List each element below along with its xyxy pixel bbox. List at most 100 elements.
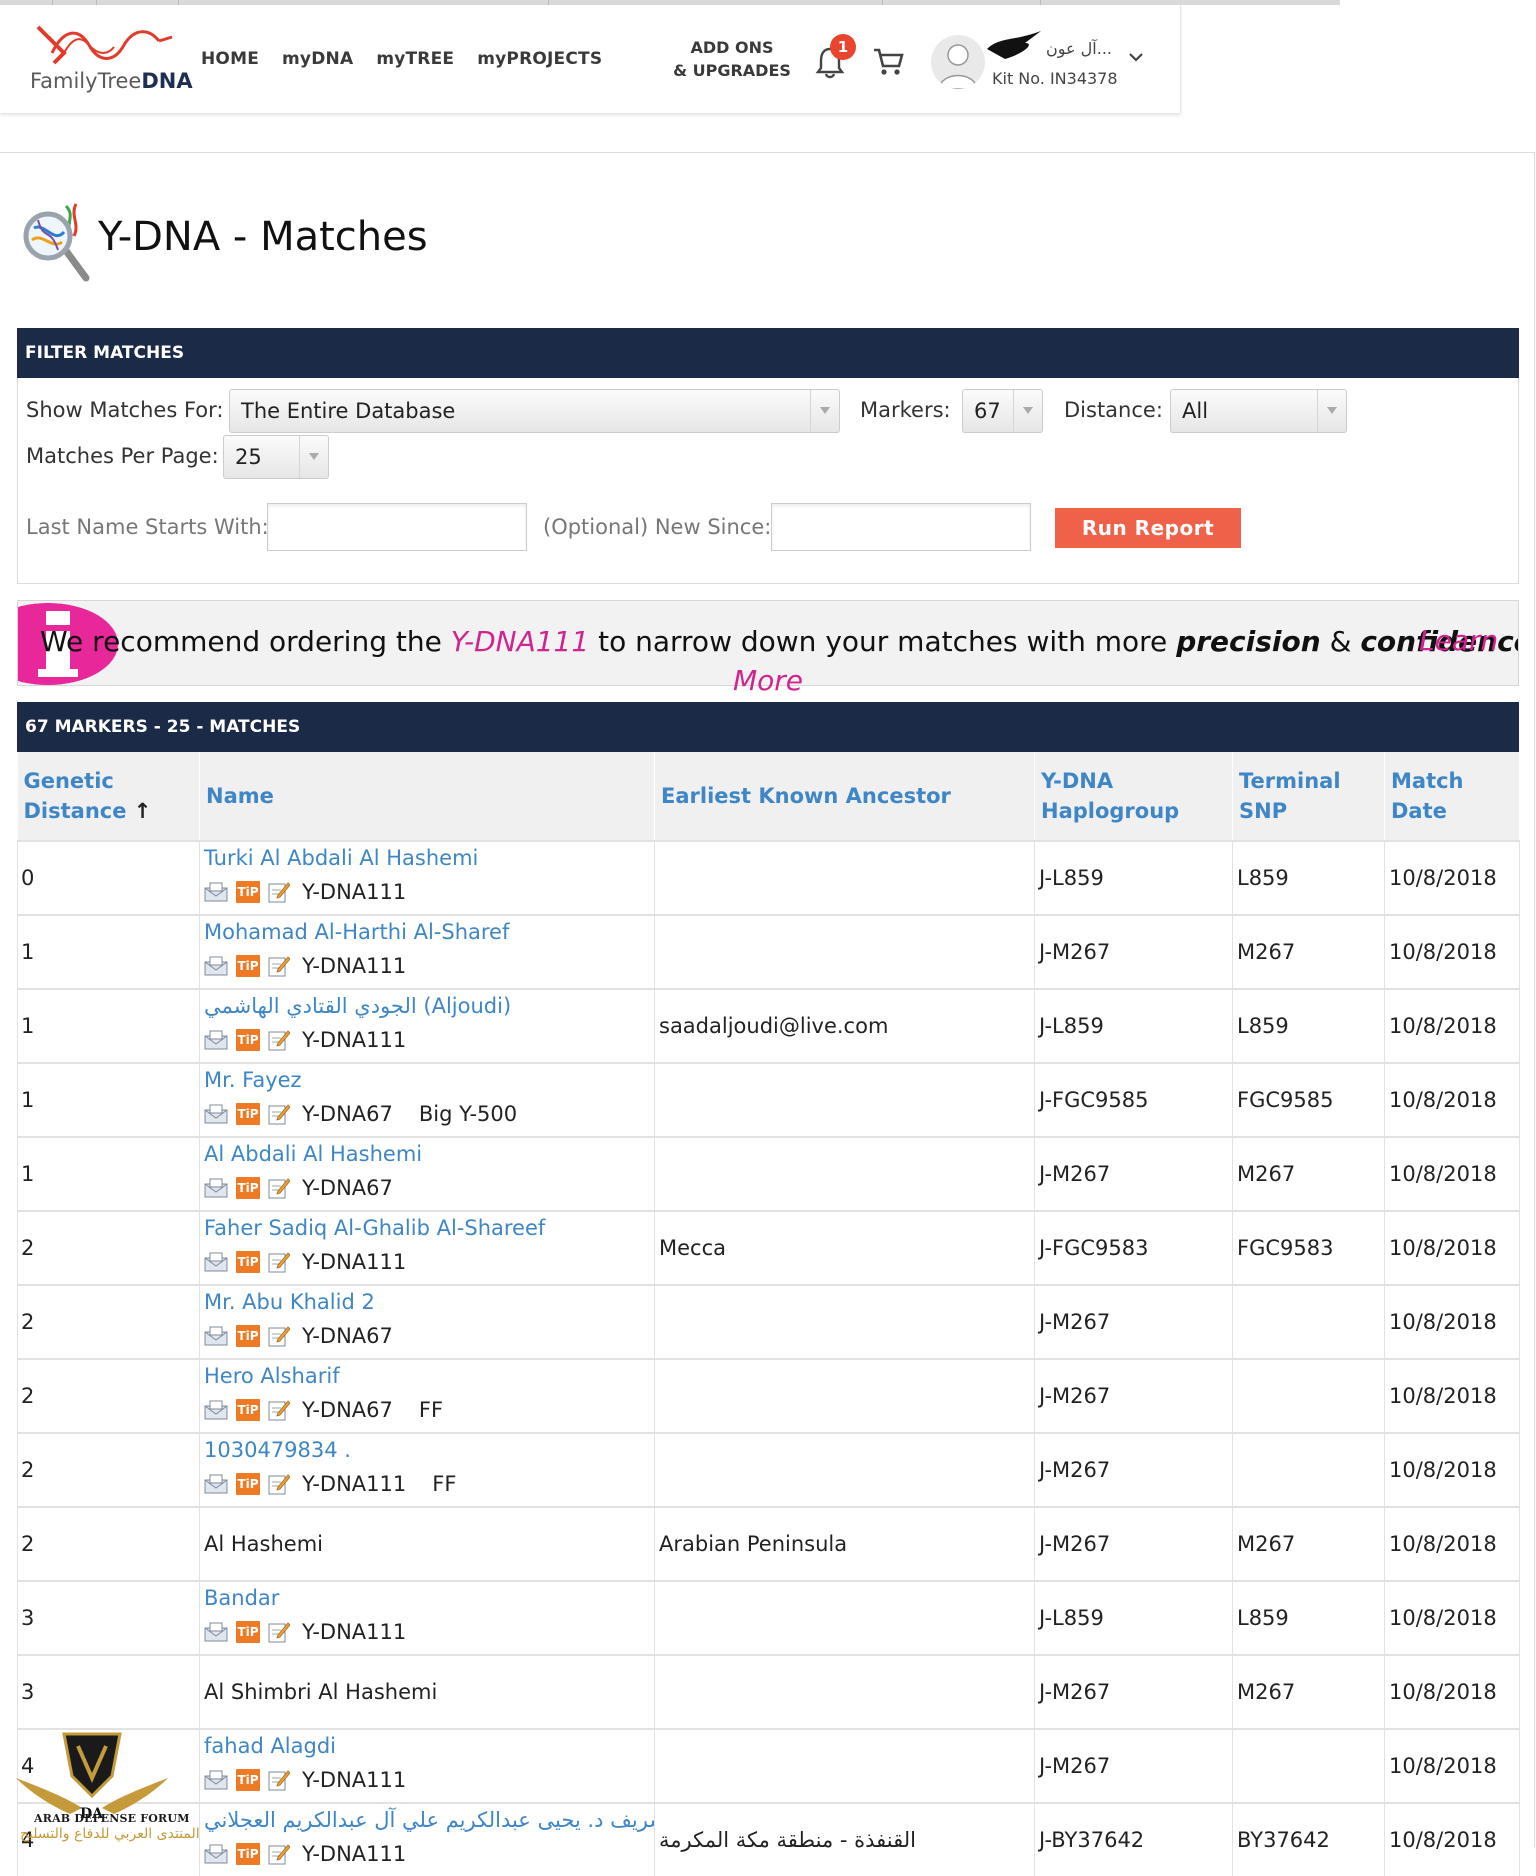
test-type: Y-DNA111 [302,954,407,978]
new-since-input[interactable] [771,503,1031,551]
terminal-snp-cell: BY37642 [1232,1802,1385,1876]
test-type: Y-DNA111 [302,1250,407,1274]
envelope-icon[interactable] [204,1252,228,1272]
match-name-link[interactable]: الجودي القتادي الهاشمي (Aljoudi) [204,991,650,1021]
logo-text: FamilyTreeDNA [30,69,193,93]
notes-icon[interactable] [268,1103,291,1125]
terminal-snp-cell: FGC9583 [1232,1210,1385,1285]
nav-mydna[interactable]: myDNA [282,49,353,69]
envelope-icon[interactable] [204,1622,228,1642]
notes-icon[interactable] [268,1843,291,1865]
col-name[interactable]: Name [199,752,655,841]
test-type: Y-DNA67 [302,1398,393,1422]
match-date-cell: 10/8/2018 [1384,1728,1520,1803]
notes-icon[interactable] [268,1769,291,1791]
col-haplogroup[interactable]: Y-DNA Haplogroup [1034,752,1233,841]
tip-icon[interactable]: TiP [236,1103,260,1125]
tip-icon[interactable]: TiP [236,1177,260,1199]
tip-icon[interactable]: TiP [236,1473,260,1495]
notes-icon[interactable] [268,1251,291,1273]
tip-icon[interactable]: TiP [236,881,260,903]
nav-home[interactable]: HOME [201,49,259,69]
ancestor-cell [654,1358,1035,1433]
table-row: 3 Al Shimbri Al Hashemi J-M267 M267 10/8/201… [17,1654,1520,1729]
notes-icon[interactable] [268,1029,291,1051]
ancestor-cell [654,1062,1035,1137]
match-name-link[interactable]: 1030479834 . [204,1435,650,1465]
tip-icon[interactable]: TiP [236,1399,260,1421]
col-terminal-snp[interactable]: Terminal SNP [1232,752,1385,841]
last-name-input[interactable] [267,503,527,551]
notes-icon[interactable] [268,1473,291,1495]
familytreedna-logo[interactable]: FamilyTreeDNA [28,23,193,95]
col-earliest-ancestor[interactable]: Earliest Known Ancestor [654,752,1035,841]
genetic-distance-cell: 3 [17,1580,200,1655]
learn-more-link[interactable]: Learn [1419,624,1498,657]
tip-icon[interactable]: TiP [236,955,260,977]
addons-upgrades-link[interactable]: ADD ONS & UPGRADES [668,36,796,82]
table-row: 2 1030479834 . TiP Y-DNA111 FF J-M267 10/8/201… [17,1432,1520,1507]
run-report-button[interactable]: Run Report [1055,508,1241,548]
notes-icon[interactable] [268,1177,291,1199]
notes-icon[interactable] [268,881,291,903]
match-name-link[interactable]: Mr. Abu Khalid 2 [204,1287,650,1317]
matches-per-page-select[interactable]: 25 [223,435,329,479]
table-row: 1 الجودي القتادي الهاشمي (Aljoudi) TiP Y-DN… [17,988,1520,1063]
envelope-icon[interactable] [204,956,228,976]
col-snp-line2: SNP [1239,799,1288,823]
match-name-link[interactable]: Mr. Fayez [204,1065,650,1095]
cart-icon[interactable] [872,47,904,77]
select-arrow-icon [1317,390,1346,432]
notes-icon[interactable] [268,1325,291,1347]
tip-icon[interactable]: TiP [236,1769,260,1791]
promo-word-precision: precision [1176,625,1321,658]
tip-icon[interactable]: TiP [236,1843,260,1865]
distance-select[interactable]: All [1170,389,1347,433]
match-name-link[interactable]: Faher Sadiq Al-Ghalib Al-Shareef [204,1213,650,1243]
name-cell: 1030479834 . TiP Y-DNA111 FF [199,1432,655,1507]
match-name-link[interactable]: الشريف د. يحيى عبدالكريم علي آل عبدالكري… [204,1805,654,1835]
test-type: Y-DNA67 [302,1176,393,1200]
envelope-icon[interactable] [204,1400,228,1420]
envelope-icon[interactable] [204,1178,228,1198]
envelope-icon[interactable] [204,1104,228,1124]
match-name-link[interactable]: Al Abdali Al Hashemi [204,1139,650,1169]
markers-select[interactable]: 67 [962,389,1043,433]
promo-product[interactable]: Y-DNA111 [451,625,589,658]
match-name-link[interactable]: Bandar [204,1583,650,1613]
nav-mytree[interactable]: myTREE [376,49,454,69]
name-cell: الشريف د. يحيى عبدالكريم علي آل عبدالكري… [199,1802,655,1876]
envelope-icon[interactable] [204,1844,228,1864]
match-name-link[interactable]: Mohamad Al-Harthi Al-Sharef [204,917,650,947]
match-name-link[interactable]: fahad Alagdi [204,1731,650,1761]
envelope-icon[interactable] [204,1326,228,1346]
tip-icon[interactable]: TiP [236,1251,260,1273]
match-date-cell: 10/8/2018 [1384,1210,1520,1285]
tip-icon[interactable]: TiP [236,1029,260,1051]
col-genetic-distance[interactable]: Genetic Distance ↑ [17,752,200,841]
test-type: Y-DNA111 [302,1620,407,1644]
user-avatar[interactable] [931,35,985,89]
col-match-date[interactable]: Match Date [1384,752,1520,841]
tip-icon[interactable]: TiP [236,1621,260,1643]
nav-myprojects[interactable]: myPROJECTS [477,49,602,69]
match-name-link[interactable]: Hero Alsharif [204,1361,650,1391]
envelope-icon[interactable] [204,882,228,902]
envelope-icon[interactable] [204,1474,228,1494]
show-matches-select[interactable]: The Entire Database [229,389,840,433]
notes-icon[interactable] [268,1399,291,1421]
table-row: 1 Mohamad Al-Harthi Al-Sharef TiP Y-DNA111 J… [17,914,1520,989]
chevron-down-icon[interactable] [1128,51,1144,63]
notes-icon[interactable] [268,955,291,977]
promo-text-2: to narrow down your matches with more [589,625,1177,658]
envelope-icon[interactable] [204,1770,228,1790]
notes-icon[interactable] [268,1621,291,1643]
tip-icon[interactable]: TiP [236,1325,260,1347]
match-name-link[interactable]: Turki Al Abdali Al Hashemi [204,843,650,873]
haplogroup-cell: J-M267 [1034,914,1233,989]
col-snp-line1: Terminal [1239,769,1341,793]
envelope-icon[interactable] [204,1030,228,1050]
ancestor-cell [654,1284,1035,1359]
learn-more-link-line2[interactable]: More [733,664,803,697]
match-date-cell: 10/8/2018 [1384,1432,1520,1507]
